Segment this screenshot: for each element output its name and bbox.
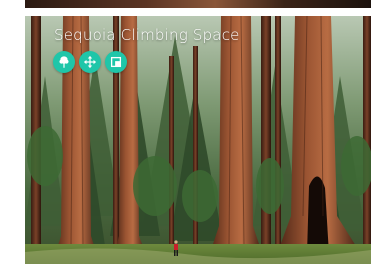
frame-select-button[interactable] <box>105 51 127 73</box>
tree-button[interactable] <box>53 51 75 73</box>
app-root: Sequoia Climbing Space <box>0 0 372 265</box>
move-button[interactable] <box>79 51 101 73</box>
tree-icon <box>59 56 69 68</box>
move-arrows-icon <box>83 55 97 69</box>
card-title: Sequoia Climbing Space <box>54 26 240 44</box>
frame-select-icon <box>110 56 122 68</box>
card-action-bar <box>53 51 127 73</box>
space-card[interactable]: Sequoia Climbing Space <box>25 16 371 264</box>
previous-card-image-strip[interactable] <box>25 0 371 8</box>
